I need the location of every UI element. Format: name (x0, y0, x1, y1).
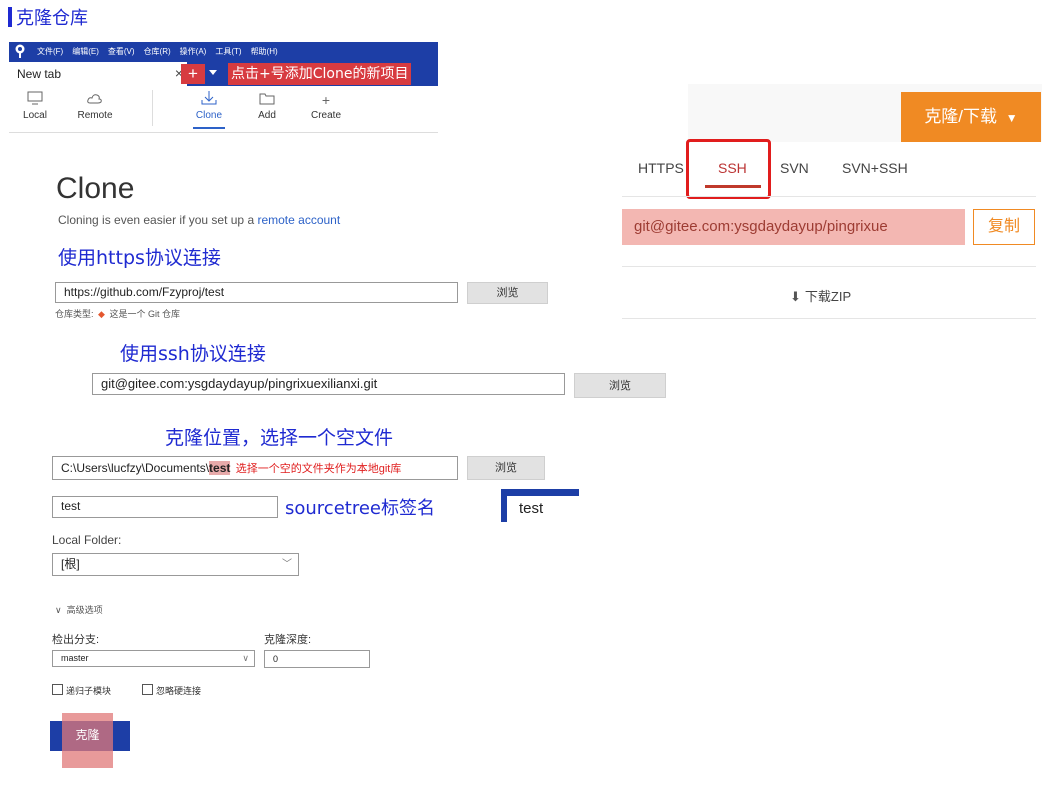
browse-button-https[interactable]: 浏览 (467, 282, 548, 304)
monitor-icon (15, 90, 55, 110)
https-annotation: 使用https协议连接 (58, 247, 221, 269)
name-annotation: sourcetree标签名 (285, 498, 435, 519)
plus-icon: + (321, 92, 331, 108)
ignore-hardlinks-label: 忽略硬连接 (156, 686, 202, 696)
toolbar-create-label: Create (310, 110, 341, 121)
menu-repository[interactable]: 仓库(R) (144, 46, 171, 57)
path-note: 选择一个空的文件夹作为本地git库 (235, 463, 402, 475)
toolbar-divider (152, 90, 153, 126)
recursive-checkbox[interactable]: 递归子模块 (52, 684, 111, 697)
tab-preview: test (507, 496, 579, 522)
clone-subtitle: Cloning is even easier if you set up a r… (58, 213, 340, 227)
download-zip-link[interactable]: ⬇ 下载ZIP (790, 286, 851, 305)
clone-download-button[interactable]: 克隆/下载 ▼ (901, 92, 1041, 142)
repo-type-label: 仓库类型: (55, 309, 94, 319)
folder-icon (247, 90, 287, 110)
cloud-icon (75, 90, 115, 110)
download-zip-label: 下载ZIP (804, 289, 852, 304)
repo-type-value: 这是一个 Git 仓库 (109, 309, 180, 319)
divider (622, 266, 1036, 267)
https-url-input[interactable]: https://github.com/Fzyproj/test (55, 282, 458, 303)
tab-svn-ssh[interactable]: SVN+SSH (842, 160, 908, 176)
divider (622, 318, 1036, 319)
location-annotation: 克隆位置，选择一个空文件 (165, 427, 394, 449)
chevron-down-icon: ﹀ (282, 559, 292, 570)
ssh-highlight-box (686, 139, 771, 199)
chevron-down-icon: ∨ (242, 653, 249, 663)
checkbox-icon (52, 684, 63, 695)
repo-type: 仓库类型: ◆ 这是一个 Git 仓库 (55, 307, 180, 320)
browse-button-ssh[interactable]: 浏览 (574, 373, 666, 398)
toolbar-add[interactable]: Add (247, 90, 287, 121)
path-highlight: test (209, 461, 231, 475)
menu-edit[interactable]: 编辑(E) (72, 46, 99, 57)
toolbar: Local Remote Clone Add + Create (9, 86, 438, 133)
checkout-branch-select[interactable]: master ∨ (52, 650, 255, 667)
local-folder-value: [根] (61, 557, 80, 571)
chevron-down-icon[interactable] (209, 70, 217, 75)
ssh-url-input[interactable]: git@gitee.com:ysgdaydayup/pingrixuexilia… (92, 373, 565, 395)
toolbar-local-label: Local (23, 110, 47, 121)
checkbox-icon (142, 684, 153, 695)
checkout-branch-label: 检出分支: (52, 634, 100, 646)
download-icon (189, 90, 229, 110)
clone-download-label: 克隆/下载 (924, 107, 998, 126)
toolbar-local[interactable]: Local (15, 90, 55, 121)
sourcetree-logo-icon (13, 44, 27, 58)
toolbar-create[interactable]: + Create (306, 90, 346, 121)
toolbar-add-label: Add (258, 110, 276, 121)
toolbar-remote[interactable]: Remote (75, 90, 115, 121)
tab-https[interactable]: HTTPS (638, 160, 684, 176)
git-icon: ◆ (98, 309, 105, 319)
browse-button-path[interactable]: 浏览 (467, 456, 545, 480)
ignore-hardlinks-checkbox[interactable]: 忽略硬连接 (142, 684, 201, 697)
tab-new[interactable]: New tab × (9, 62, 187, 86)
depth-label: 克隆深度: (264, 634, 312, 646)
menu-actions[interactable]: 操作(A) (180, 46, 207, 57)
caret-down-icon: ▼ (1005, 111, 1018, 125)
advanced-label: 高级选项 (66, 605, 103, 615)
toolbar-remote-label: Remote (77, 110, 113, 121)
checkout-branch-value: master (61, 653, 89, 663)
menu-view[interactable]: 查看(V) (108, 46, 135, 57)
menu-tools[interactable]: 工具(T) (215, 46, 241, 57)
advanced-toggle[interactable]: ∨ 高级选项 (55, 603, 103, 616)
bookmark-name-input[interactable]: test (52, 496, 278, 518)
annotation-add-tab: 点击+号添加Clone的新项目 (228, 63, 412, 85)
menu-file[interactable]: 文件(F) (37, 46, 63, 57)
clone-subtitle-text: Cloning is even easier if you set up a (58, 213, 255, 227)
ssh-annotation: 使用ssh协议连接 (120, 343, 266, 365)
menubar: 文件(F) 编辑(E) 查看(V) 仓库(R) 操作(A) 工具(T) 帮助(H… (9, 42, 438, 60)
page-heading: 克隆仓库 (8, 4, 88, 30)
add-tab-button[interactable]: + (181, 64, 205, 84)
heading-text: 克隆仓库 (16, 8, 88, 29)
recursive-label: 递归子模块 (66, 686, 112, 696)
copy-button[interactable]: 复制 (973, 209, 1035, 245)
path-prefix: C:\Users\lucfzy\Documents\ (61, 461, 210, 475)
toolbar-clone[interactable]: Clone (189, 90, 229, 129)
clone-path-input[interactable]: C:\Users\lucfzy\Documents\test 选择一个空的文件夹… (52, 456, 458, 480)
tab-label: New tab (17, 67, 62, 81)
depth-input[interactable]: 0 (264, 650, 370, 668)
divider (622, 196, 1036, 197)
chevron-down-icon: ∨ (55, 605, 62, 615)
tab-svn[interactable]: SVN (780, 160, 809, 176)
local-folder-label: Local Folder: (52, 533, 122, 547)
ssh-active-underline (705, 185, 761, 188)
tab-preview-frame: test (501, 489, 579, 522)
gitee-url-input[interactable]: git@gitee.com:ysgdaydayup/pingrixue (622, 209, 965, 245)
remote-account-link[interactable]: remote account (257, 213, 340, 227)
menu-help[interactable]: 帮助(H) (251, 46, 278, 57)
clone-title: Clone (56, 172, 135, 205)
local-folder-select[interactable]: [根] ﹀ (52, 553, 299, 576)
download-icon: ⬇ (790, 289, 801, 304)
toolbar-clone-label: Clone (195, 110, 223, 121)
heading-bar (8, 7, 12, 27)
clone-button[interactable]: 克隆 (62, 713, 113, 768)
